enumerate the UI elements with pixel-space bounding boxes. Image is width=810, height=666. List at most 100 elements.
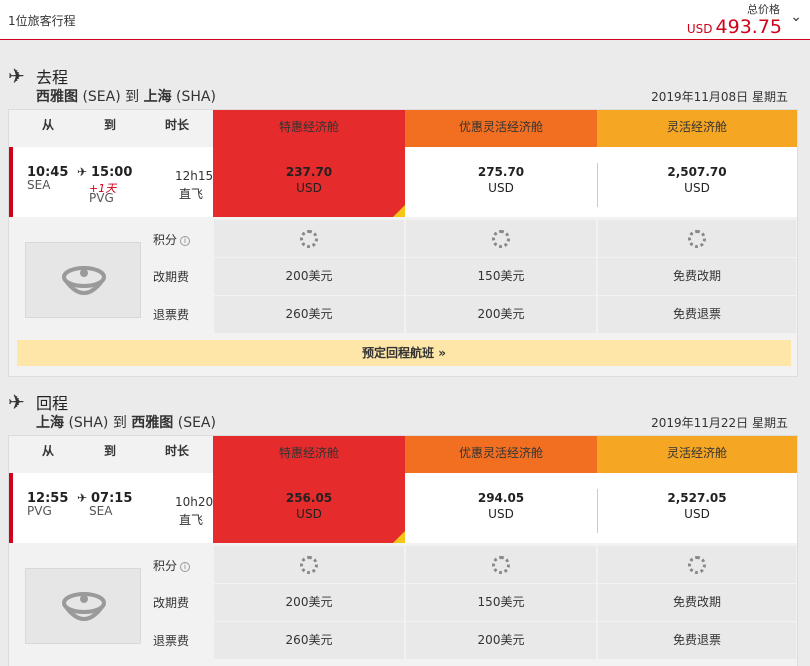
- outbound-route: 西雅图 (SEA) 到 上海 (SHA): [36, 86, 216, 106]
- arrive-airport: SEA: [89, 504, 113, 518]
- fare-currency: USD: [684, 181, 710, 195]
- points-label: 积分 i: [153, 557, 191, 574]
- fare-currency: USD: [488, 507, 514, 521]
- fare-name-flex-saver: 优惠灵活经济舱: [458, 120, 543, 134]
- fare-price: 237.70: [285, 165, 333, 179]
- double-chevron-down-icon: »: [438, 346, 446, 360]
- outbound-section: ✈ 去程 西雅图 (SEA) 到 上海 (SHA) 2019年11月08日 星期…: [0, 62, 810, 108]
- change-fee-cell: 150美元: [406, 584, 596, 621]
- fare-header-flex[interactable]: 灵活经济舱: [597, 110, 797, 148]
- fare-price: 275.70: [477, 165, 525, 179]
- fare-option-saver[interactable]: 237.70 USD: [213, 147, 405, 217]
- col-header-to: 到: [95, 436, 125, 473]
- fare-currency: USD: [296, 181, 322, 195]
- col-header-from: 从: [33, 110, 63, 147]
- airline-logo-graphic: [62, 592, 106, 621]
- col-header-duration: 时长: [157, 436, 197, 473]
- points-label-text: 积分: [153, 559, 178, 573]
- col-header-from: 从: [33, 436, 63, 473]
- arrive-airport: PVG: [89, 191, 114, 205]
- change-fee-label: 改期费: [153, 596, 190, 610]
- fare-price: 294.05: [477, 491, 525, 505]
- selected-corner-marker: [393, 531, 405, 543]
- return-to-city: 西雅图: [131, 415, 174, 431]
- return-to-word: 到: [112, 415, 127, 431]
- total-price-currency: USD: [686, 22, 713, 36]
- fare-currency: USD: [488, 181, 514, 195]
- airplane-icon: ✈: [77, 165, 88, 179]
- fare-option-flex-saver[interactable]: 275.70 USD: [405, 147, 597, 217]
- fare-header-saver[interactable]: 特惠经济舱: [213, 436, 405, 474]
- fare-header-saver[interactable]: 特惠经济舱: [213, 110, 405, 148]
- fare-option-flex[interactable]: 2,527.05 USD: [597, 473, 797, 543]
- loading-spinner-icon: [300, 555, 318, 574]
- book-return-label: 预定回程航班: [362, 346, 435, 360]
- return-flight-card: 从 到 时长 12:55 ✈ 07:15 PVG SEA 10h20 直飞 特惠…: [8, 435, 798, 666]
- airline-logo: [25, 568, 141, 644]
- total-price: USD 493.75: [687, 16, 782, 38]
- refund-fee-cell: 200美元: [406, 296, 596, 333]
- loading-spinner-icon: [492, 555, 510, 574]
- return-from-city: 上海: [36, 415, 64, 431]
- fare-name-flex: 灵活经济舱: [666, 446, 727, 460]
- fare-header-flex-saver[interactable]: 优惠灵活经济舱: [405, 110, 597, 148]
- return-date: 2019年11月22日 星期五: [651, 416, 788, 430]
- refund-fee-cell: 260美元: [214, 622, 404, 659]
- fare-name-saver: 特惠经济舱: [278, 446, 339, 460]
- refund-fee-cell: 免费退票: [598, 296, 796, 333]
- loading-spinner-icon: [300, 229, 318, 248]
- airline-logo-graphic: [62, 266, 106, 295]
- outbound-flight-card: 从 到 时长 10:45 ✈ 15:00 SEA +1天 PVG 12h15 直…: [8, 109, 798, 377]
- total-price-amount: 493.75: [715, 16, 782, 38]
- fare-header-flex-saver[interactable]: 优惠灵活经济舱: [405, 436, 597, 474]
- fare-option-flex[interactable]: 2,507.70 USD: [597, 147, 797, 217]
- travelers-label: 1位旅客行程: [8, 14, 76, 28]
- outbound-from-city: 西雅图: [36, 89, 78, 105]
- flight-duration: 12h15: [175, 169, 214, 183]
- refund-fee-cell: 免费退票: [598, 622, 796, 659]
- airplane-icon: ✈: [8, 390, 25, 414]
- return-direction: 回程: [36, 394, 69, 413]
- chevron-down-icon[interactable]: ⌄: [790, 9, 802, 25]
- return-route: 上海 (SHA) 到 西雅图 (SEA): [36, 412, 216, 432]
- refund-fee-cell: 260美元: [214, 296, 404, 333]
- outbound-direction: 去程: [36, 68, 69, 87]
- return-flight-info[interactable]: 12:55 ✈ 07:15 PVG SEA 10h20 直飞: [9, 473, 213, 543]
- outbound-to-city: 上海: [143, 89, 172, 105]
- return-section: ✈ 回程 上海 (SHA) 到 西雅图 (SEA) 2019年11月22日 星期…: [0, 388, 810, 434]
- points-label-text: 积分: [153, 233, 178, 247]
- points-cell: [598, 220, 796, 257]
- stops-label: 直飞: [179, 513, 204, 527]
- return-header: ✈ 回程 上海 (SHA) 到 西雅图 (SEA) 2019年11月22日 星期…: [0, 388, 810, 434]
- return-to-code: (SEA): [177, 415, 216, 431]
- info-icon[interactable]: i: [180, 236, 191, 246]
- fare-name-flex: 灵活经济舱: [666, 120, 727, 134]
- refund-fee-label: 退票费: [153, 308, 190, 322]
- flight-duration: 10h20: [175, 495, 214, 509]
- outbound-header: ✈ 去程 西雅图 (SEA) 到 上海 (SHA) 2019年11月08日 星期…: [0, 62, 810, 108]
- fare-option-saver[interactable]: 256.05 USD: [213, 473, 405, 543]
- price-summary-bar[interactable]: 1位旅客行程 总价格 USD 493.75 ⌄: [0, 0, 810, 40]
- change-fee-label: 改期费: [153, 270, 190, 284]
- fare-price: 256.05: [285, 491, 333, 505]
- change-fee-cell: 200美元: [214, 584, 404, 621]
- airline-logo: [25, 242, 141, 318]
- change-fee-cell: 免费改期: [598, 258, 796, 295]
- points-cell: [406, 220, 596, 257]
- loading-spinner-icon: [492, 229, 510, 248]
- fare-header-flex[interactable]: 灵活经济舱: [597, 436, 797, 474]
- depart-airport: PVG: [27, 504, 52, 518]
- change-fee-cell: 150美元: [406, 258, 596, 295]
- airplane-icon: ✈: [8, 64, 25, 88]
- fare-currency: USD: [684, 507, 710, 521]
- info-icon[interactable]: i: [180, 562, 191, 572]
- return-from-code: (SHA): [68, 415, 109, 431]
- fare-option-flex-saver[interactable]: 294.05 USD: [405, 473, 597, 543]
- points-cell: [406, 546, 596, 583]
- book-return-button[interactable]: 预定回程航班 »: [17, 340, 791, 366]
- points-cell: [214, 220, 404, 257]
- outbound-to-word: 到: [125, 89, 140, 105]
- outbound-flight-info[interactable]: 10:45 ✈ 15:00 SEA +1天 PVG 12h15 直飞: [9, 147, 213, 217]
- points-label: 积分 i: [153, 231, 191, 248]
- fare-name-saver: 特惠经济舱: [278, 120, 339, 134]
